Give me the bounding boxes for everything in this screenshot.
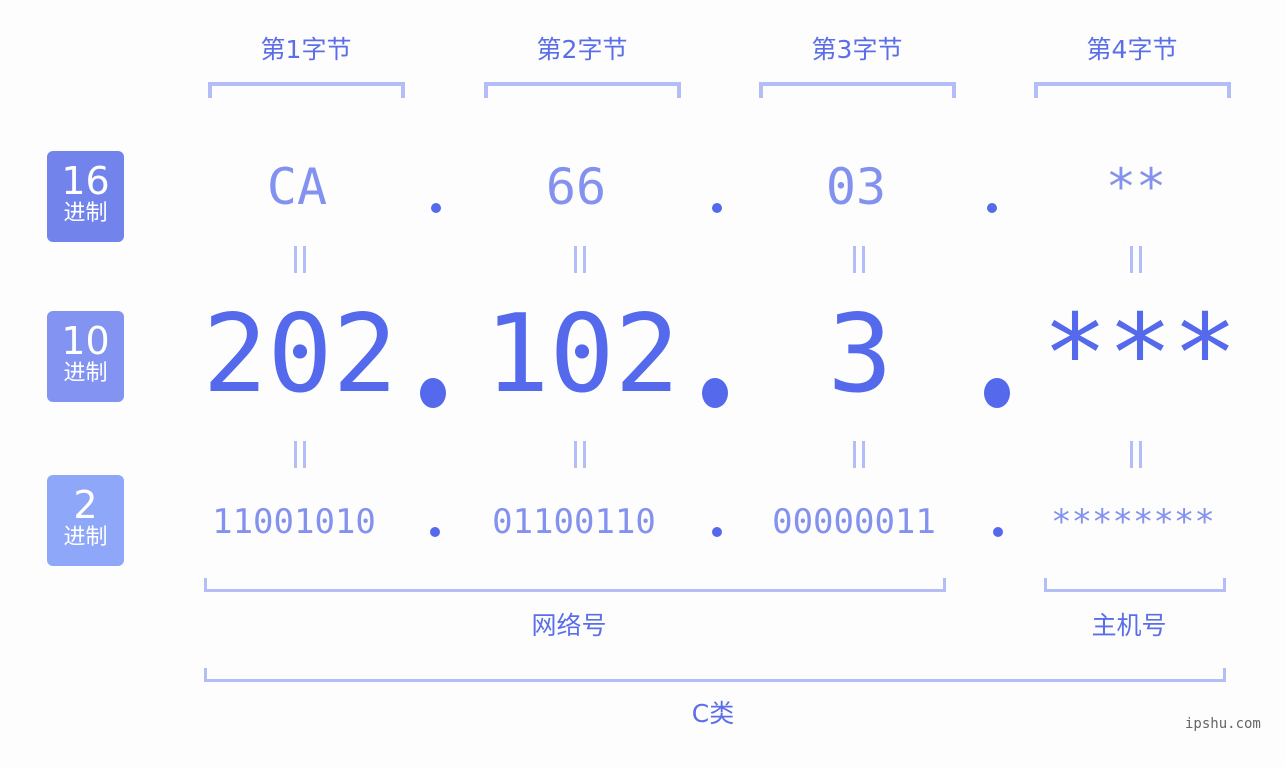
network-label: 网络号 — [531, 611, 607, 640]
equals-icon — [1116, 441, 1156, 477]
equals-icon — [839, 441, 879, 477]
decimal-separator-3 — [984, 378, 1010, 408]
class-label: C类 — [691, 699, 735, 728]
badge-hex-number: 16 — [61, 159, 110, 203]
badge-binary-unit: 进制 — [63, 525, 108, 550]
hex-byte-4: ** — [1105, 158, 1167, 216]
hex-separator-2 — [712, 203, 722, 213]
hex-byte-1: CA — [266, 158, 328, 216]
byte-bracket-2 — [484, 82, 681, 98]
decimal-separator-2 — [702, 378, 728, 408]
watermark: ipshu.com — [1185, 716, 1261, 732]
badge-decimal-number: 10 — [61, 319, 110, 363]
badge-hex: 16 进制 — [47, 151, 124, 242]
hex-separator-3 — [987, 203, 997, 213]
decimal-separator-1 — [420, 378, 446, 408]
byte-bracket-1 — [208, 82, 405, 98]
binary-byte-2: 01100110 — [492, 502, 656, 542]
host-label: 主机号 — [1091, 611, 1167, 640]
badge-binary-number: 2 — [73, 483, 98, 527]
equals-icon — [280, 246, 320, 282]
decimal-byte-3: 3 — [827, 292, 893, 417]
host-bracket — [1044, 578, 1226, 592]
equals-icon — [560, 246, 600, 282]
byte-bracket-3 — [759, 82, 956, 98]
network-bracket — [204, 578, 946, 592]
binary-byte-1: 11001010 — [212, 502, 376, 542]
hex-byte-2: 66 — [545, 158, 607, 216]
decimal-byte-4: *** — [1042, 292, 1238, 417]
badge-binary: 2 进制 — [47, 475, 124, 566]
binary-byte-3: 00000011 — [772, 502, 936, 542]
badge-hex-unit: 进制 — [63, 201, 108, 226]
byte-bracket-4 — [1034, 82, 1231, 98]
byte-label-4: 第4字节 — [1086, 35, 1178, 64]
binary-separator-1 — [430, 527, 440, 537]
equals-icon — [839, 246, 879, 282]
byte-label-3: 第3字节 — [811, 35, 903, 64]
binary-byte-4: ******** — [1051, 502, 1215, 542]
binary-separator-3 — [993, 527, 1003, 537]
hex-byte-3: 03 — [825, 158, 887, 216]
badge-decimal: 10 进制 — [47, 311, 124, 402]
equals-icon — [560, 441, 600, 477]
equals-icon — [280, 441, 320, 477]
class-bracket — [204, 668, 1226, 682]
decimal-byte-1: 202 — [202, 292, 398, 417]
equals-icon — [1116, 246, 1156, 282]
hex-separator-1 — [431, 203, 441, 213]
byte-label-1: 第1字节 — [260, 35, 352, 64]
badge-decimal-unit: 进制 — [63, 361, 108, 386]
byte-label-2: 第2字节 — [536, 35, 628, 64]
decimal-byte-2: 102 — [484, 292, 680, 417]
binary-separator-2 — [712, 527, 722, 537]
